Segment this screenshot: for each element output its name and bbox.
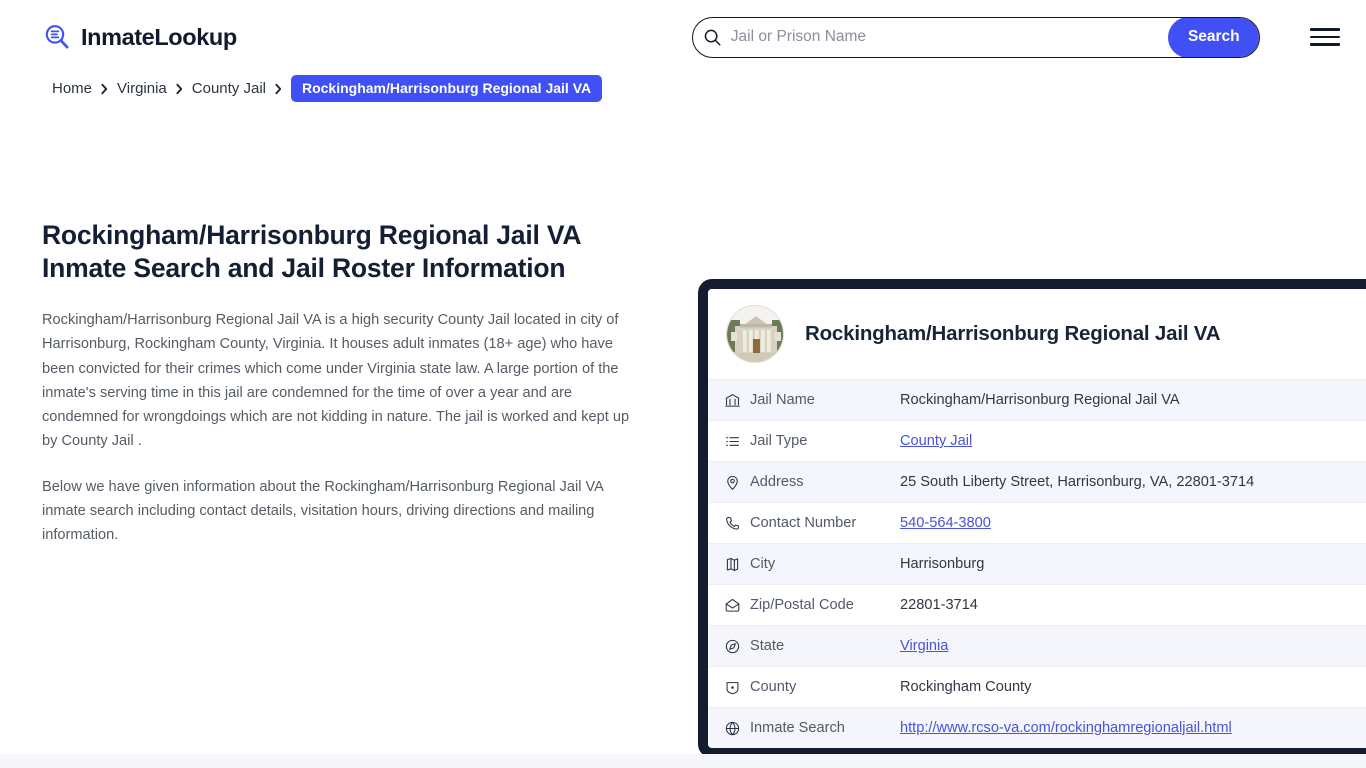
row-label: Zip/Postal Code [750, 597, 854, 613]
county-badge-icon [724, 679, 750, 696]
breadcrumb-item-home[interactable]: Home [52, 80, 92, 97]
row-value: 540-564-3800 [900, 515, 991, 531]
hamburger-bar [1310, 35, 1340, 39]
footer-band [0, 754, 1366, 768]
table-row: City Harrisonburg [708, 543, 1366, 584]
hamburger-bar [1310, 28, 1340, 31]
row-value: Rockingham County [900, 679, 1032, 695]
brand-name: InmateLookup [81, 23, 237, 50]
row-label: Inmate Search [750, 720, 845, 736]
row-label: State [750, 638, 785, 654]
table-row: Jail Type County Jail [708, 420, 1366, 461]
contact-number-link[interactable]: 540-564-3800 [900, 515, 991, 531]
hamburger-menu-icon[interactable] [1308, 20, 1342, 54]
chevron-right-icon [175, 82, 184, 95]
row-value: 22801-3714 [900, 597, 978, 613]
row-label: County [750, 679, 797, 695]
breadcrumb-current-page: Rockingham/Harrisonburg Regional Jail VA [290, 74, 603, 102]
courthouse-building-photo [726, 305, 784, 363]
table-row: Address 25 South Liberty Street, Harriso… [708, 461, 1366, 502]
row-value: Harrisonburg [900, 556, 985, 572]
open-envelope-icon [724, 597, 750, 614]
table-row: Contact Number 540-564-3800 [708, 502, 1366, 543]
row-label: Address [750, 474, 804, 490]
table-row: State Virginia [708, 625, 1366, 666]
jail-type-link[interactable]: County Jail [900, 433, 972, 449]
breadcrumb: Home Virginia County Jail Rockingham/Har… [0, 74, 1366, 102]
search-bar: Search [691, 16, 1260, 58]
magnifier-list-logo-icon [42, 22, 72, 52]
row-value: Virginia [900, 638, 948, 654]
row-value: 25 South Liberty Street, Harrisonburg, V… [900, 474, 1255, 490]
compass-globe-icon [724, 638, 750, 655]
table-row: Zip/Postal Code 22801-3714 [708, 584, 1366, 625]
map-icon [724, 556, 750, 573]
left-column: Rockingham/Harrisonburg Regional Jail VA… [0, 102, 660, 547]
intro-paragraph-2: Below we have given information about th… [42, 478, 604, 543]
globe-icon [724, 720, 750, 737]
jail-info-card-header: Rockingham/Harrisonburg Regional Jail VA [708, 289, 1366, 379]
site-header: InmateLookup Search [0, 0, 1366, 74]
list-icon [724, 433, 750, 450]
phone-icon [724, 515, 750, 532]
row-label: Jail Name [750, 392, 815, 408]
row-label: Jail Type [750, 433, 808, 449]
intro-paragraph-1: Rockingham/Harrisonburg Regional Jail VA… [42, 312, 630, 450]
row-label: Contact Number [750, 515, 857, 531]
breadcrumb-item-virginia[interactable]: Virginia [117, 80, 167, 97]
search-input[interactable] [726, 17, 1168, 57]
state-link[interactable]: Virginia [900, 638, 948, 654]
chevron-right-icon [100, 82, 109, 95]
row-label: City [750, 556, 776, 572]
row-value: http://www.rcso-va.com/rockinghamregiona… [900, 720, 1232, 736]
table-row: County Rockingham County [708, 666, 1366, 707]
row-value: Rockingham/Harrisonburg Regional Jail VA [900, 392, 1180, 408]
bank-building-icon [724, 392, 750, 409]
search-button[interactable]: Search [1167, 17, 1259, 57]
hamburger-bar [1310, 43, 1340, 46]
search-icon [693, 28, 727, 47]
inmate-search-link[interactable]: http://www.rcso-va.com/rockinghamregiona… [900, 720, 1232, 736]
chevron-right-icon [274, 82, 283, 95]
brand-logo-link[interactable]: InmateLookup [42, 22, 237, 52]
table-row: Jail Name Rockingham/Harrisonburg Region… [708, 379, 1366, 420]
page-title: Rockingham/Harrisonburg Regional Jail VA… [42, 220, 581, 283]
jail-info-table: Jail Name Rockingham/Harrisonburg Region… [708, 379, 1366, 748]
jail-card-title: Rockingham/Harrisonburg Regional Jail VA [805, 322, 1221, 345]
map-pin-icon [724, 474, 750, 491]
row-value: County Jail [900, 433, 972, 449]
table-row: Inmate Search http://www.rcso-va.com/roc… [708, 707, 1366, 748]
main-content: Rockingham/Harrisonburg Regional Jail VA… [0, 102, 1366, 758]
breadcrumb-item-county-jail[interactable]: County Jail [192, 80, 266, 97]
jail-info-card: Rockingham/Harrisonburg Regional Jail VA… [698, 279, 1366, 758]
